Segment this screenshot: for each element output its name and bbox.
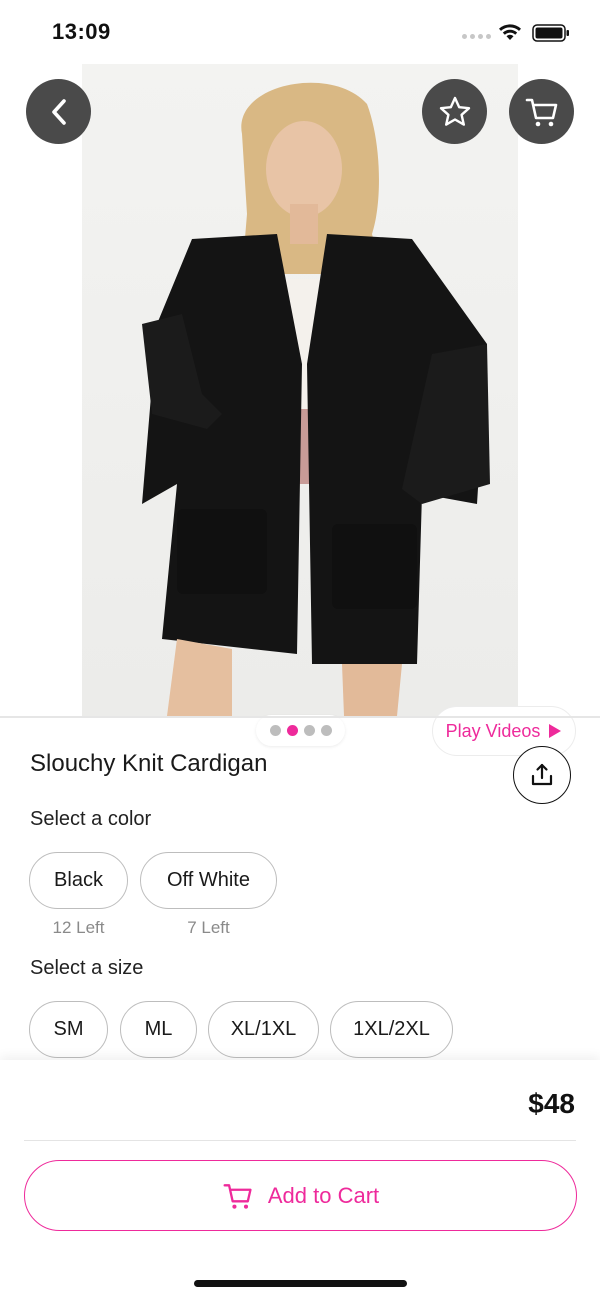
play-icon (549, 724, 562, 738)
size-section-label: Select a size (30, 957, 144, 979)
status-time: 13:09 (52, 19, 111, 44)
home-indicator[interactable] (194, 1280, 407, 1287)
back-button[interactable] (26, 79, 91, 144)
size-option-sm[interactable]: SM (29, 1001, 108, 1058)
pager-dot[interactable] (320, 725, 332, 736)
add-cart-icon (223, 1183, 252, 1209)
product-photo[interactable] (82, 64, 518, 716)
add-to-cart-button[interactable]: Add to Cart (24, 1160, 577, 1231)
size-option-1xl-2xl[interactable]: 1XL/2XL (330, 1001, 453, 1058)
share-button[interactable] (513, 746, 571, 804)
favorite-button[interactable] (422, 79, 487, 144)
model-illustration (142, 82, 490, 716)
pager-dot[interactable] (303, 725, 315, 736)
color-section-label: Select a color (30, 808, 152, 830)
color-option-off-white[interactable]: Off White (140, 852, 277, 909)
size-option-ml[interactable]: ML (120, 1001, 197, 1058)
checkout-divider (24, 1140, 576, 1141)
size-option-xl-1xl[interactable]: XL/1XL (208, 1001, 319, 1058)
play-videos-label: Play Videos (445, 720, 541, 741)
add-to-cart-label: Add to Cart (267, 1182, 380, 1208)
color-option-black[interactable]: Black (29, 852, 128, 909)
pager-dot-active[interactable] (286, 725, 298, 736)
product-price: $48 (528, 1088, 575, 1119)
cart-icon (525, 98, 557, 126)
product-title: Slouchy Knit Cardigan (30, 750, 268, 777)
cart-button[interactable] (509, 79, 574, 144)
hero-divider (0, 716, 600, 718)
star-icon (439, 96, 470, 126)
image-pager[interactable] (256, 715, 345, 746)
checkout-bar: $48 Add to Cart (0, 1060, 600, 1299)
wifi-icon (499, 24, 521, 40)
pager-dot[interactable] (269, 725, 281, 736)
product-image-gallery[interactable]: Play Videos (0, 64, 600, 756)
status-bar: 13:09 (0, 0, 600, 64)
stock-count-black: 12 Left (52, 918, 105, 937)
stock-count-off-white: 7 Left (187, 918, 230, 937)
signal-dots-icon (462, 34, 491, 39)
battery-icon (532, 24, 569, 42)
back-icon (51, 98, 66, 125)
share-icon (531, 763, 553, 786)
